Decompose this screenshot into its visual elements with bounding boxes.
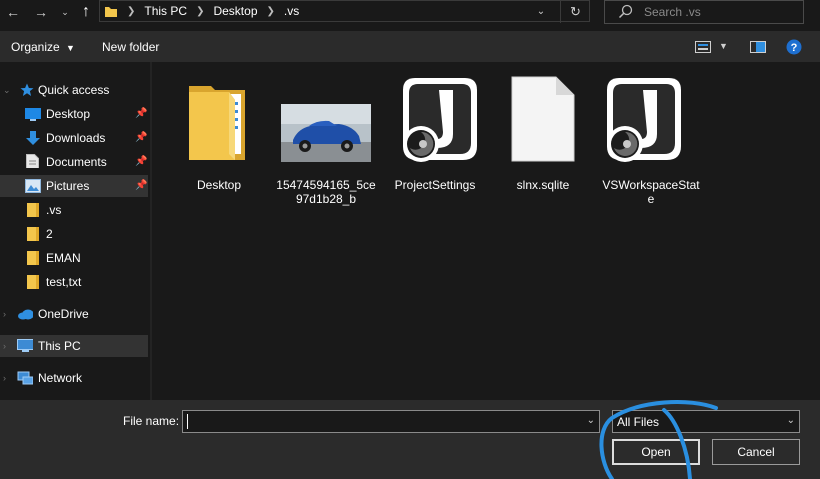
blank-file-icon: [511, 76, 575, 162]
file-list: Desktop 15474594165_5ce97d1b28_b Project: [152, 62, 820, 400]
sidebar-item-pictures[interactable]: Pictures 📌: [0, 175, 148, 197]
file-name: VSWorkspaceState: [602, 178, 700, 206]
folder-icon: [27, 275, 39, 289]
json-file-icon: [403, 78, 477, 162]
file-dialog-footer: File name: ⌄ All Files ⌄ Open Cancel: [0, 400, 820, 479]
chevron-down-icon[interactable]: ⌄: [3, 85, 11, 96]
search-placeholder: Search .vs: [644, 5, 701, 19]
svg-text:?: ?: [791, 42, 798, 54]
file-item-projectsettings[interactable]: ProjectSettings: [385, 72, 485, 192]
pin-icon[interactable]: 📌: [135, 156, 147, 167]
pin-icon[interactable]: 📌: [135, 108, 147, 119]
folder-icon: [105, 7, 117, 17]
file-type-value: All Files: [617, 415, 660, 429]
network-icon: [17, 371, 33, 385]
refresh-icon[interactable]: ↻: [560, 1, 590, 23]
breadcrumb-vs[interactable]: .vs: [284, 4, 299, 18]
sidebar-item-label: 2: [46, 227, 53, 241]
sidebar-item-label: test,txt: [46, 275, 82, 289]
sidebar-item-test-txt[interactable]: test,txt: [0, 271, 148, 293]
search-box[interactable]: Search .vs: [604, 0, 804, 24]
sidebar-item-2[interactable]: 2: [0, 223, 148, 245]
sidebar-item-eman[interactable]: EMAN: [0, 247, 148, 269]
sidebar-item-downloads[interactable]: Downloads 📌: [0, 127, 148, 149]
sidebar-item-label: Documents: [46, 155, 107, 169]
sidebar-item-onedrive[interactable]: › OneDrive: [0, 303, 148, 325]
computer-icon: [17, 339, 33, 352]
sidebar-item-label: OneDrive: [38, 307, 89, 321]
pin-icon[interactable]: 📌: [135, 180, 147, 191]
arrow-right-icon[interactable]: →: [32, 3, 50, 21]
file-name: Desktop: [196, 178, 242, 192]
file-name-label: File name:: [123, 414, 180, 428]
sidebar-item-quick-access[interactable]: ⌄ Quick access: [0, 79, 148, 101]
sidebar-item-vs[interactable]: .vs: [0, 199, 148, 221]
file-name: ProjectSettings: [394, 178, 476, 192]
document-icon: [26, 154, 39, 168]
desktop-icon: [25, 108, 41, 121]
cancel-button[interactable]: Cancel: [712, 439, 800, 465]
cloud-icon: [18, 309, 33, 320]
organize-button[interactable]: Organize ▼: [11, 40, 75, 54]
arrow-up-icon[interactable]: ↑: [77, 3, 95, 21]
folder-icon: [27, 251, 39, 265]
text-caret: [187, 414, 188, 429]
sidebar-item-label: Pictures: [46, 179, 90, 193]
file-name-field[interactable]: ⌄: [182, 410, 600, 433]
preview-pane-icon[interactable]: [750, 41, 766, 53]
sidebar-item-label: Quick access: [38, 83, 110, 97]
image-thumbnail-icon: [281, 104, 371, 162]
address-bar[interactable]: ❯ This PC ❯ Desktop ❯ .vs ⌄ ↻: [99, 0, 590, 23]
sidebar-item-this-pc[interactable]: › This PC: [0, 335, 148, 357]
arrow-left-icon[interactable]: ←: [4, 3, 22, 21]
chevron-right-icon[interactable]: ›: [3, 309, 6, 319]
view-options-icon[interactable]: [695, 41, 711, 53]
file-name: slnx.sqlite: [516, 178, 570, 192]
file-name: 15474594165_5ce97d1b28_b: [276, 178, 376, 206]
address-dropdown-icon[interactable]: ⌄: [532, 4, 550, 20]
sidebar-item-label: This PC: [38, 339, 81, 353]
sidebar-item-desktop[interactable]: Desktop 📌: [0, 103, 148, 125]
file-item-slnx-sqlite[interactable]: slnx.sqlite: [493, 72, 593, 192]
file-item-desktop[interactable]: Desktop: [169, 72, 269, 192]
json-file-icon: [607, 78, 681, 162]
file-item-image[interactable]: 15474594165_5ce97d1b28_b: [276, 72, 376, 206]
organize-label: Organize: [11, 40, 60, 54]
sidebar-item-label: .vs: [46, 203, 62, 217]
chevron-down-icon[interactable]: ⌄: [787, 415, 795, 426]
sidebar-item-network[interactable]: › Network: [0, 367, 148, 389]
sidebar-item-label: Network: [38, 371, 83, 385]
chevron-right-icon: ❯: [266, 5, 275, 17]
new-folder-button[interactable]: New folder: [102, 40, 159, 54]
file-type-select[interactable]: All Files ⌄: [612, 410, 800, 433]
download-icon: [26, 131, 40, 145]
search-icon: [618, 4, 633, 19]
sidebar-item-documents[interactable]: Documents 📌: [0, 151, 148, 173]
pictures-icon: [25, 179, 41, 193]
folder-icon: [189, 86, 245, 160]
breadcrumb-this-pc[interactable]: This PC: [144, 4, 187, 18]
help-icon[interactable]: ?: [786, 39, 802, 55]
sidebar-item-label: EMAN: [46, 251, 81, 265]
star-icon: [20, 83, 34, 96]
open-button[interactable]: Open: [612, 439, 700, 465]
navigation-pane: ⌄ Quick access Desktop 📌 Downloads 📌 Doc…: [0, 62, 150, 400]
sidebar-item-label: Downloads: [46, 131, 106, 145]
file-item-vsworkspacestate[interactable]: VSWorkspaceState: [601, 72, 701, 206]
chevron-right-icon[interactable]: ›: [3, 341, 6, 351]
breadcrumb-desktop[interactable]: Desktop: [213, 4, 257, 18]
pin-icon[interactable]: 📌: [135, 132, 147, 143]
chevron-down-icon[interactable]: ⌄: [56, 3, 74, 21]
view-dropdown-icon[interactable]: ▼: [719, 41, 728, 51]
folder-icon: [27, 227, 39, 241]
address-bar-row: ← → ⌄ ↑ ❯ This PC ❯ Desktop ❯ .vs ⌄ ↻ Se…: [0, 0, 820, 30]
chevron-down-icon[interactable]: ⌄: [587, 415, 595, 426]
caret-down-icon: ▼: [66, 43, 75, 53]
folder-icon: [27, 203, 39, 217]
chevron-right-icon: ❯: [127, 5, 136, 17]
chevron-right-icon[interactable]: ›: [3, 373, 6, 383]
chevron-right-icon: ❯: [196, 5, 205, 17]
command-toolbar: Organize ▼ New folder ▼ ?: [0, 31, 820, 62]
sidebar-item-label: Desktop: [46, 107, 91, 121]
